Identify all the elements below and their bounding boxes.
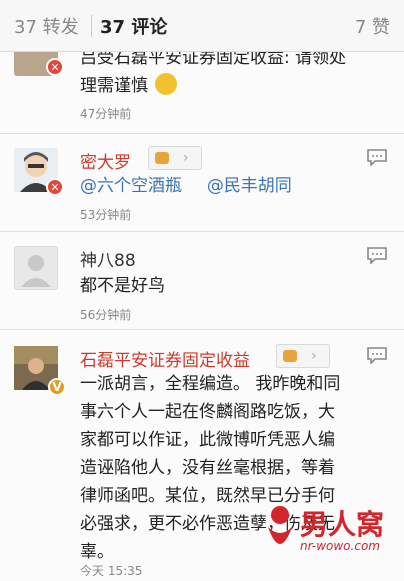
- tab-comments[interactable]: 37 评论: [100, 13, 167, 39]
- comment-text-part: 理需谨慎: [80, 76, 148, 96]
- comment-text: 都不是好鸟: [80, 276, 165, 296]
- comment-text-line: 理需谨慎: [80, 72, 178, 100]
- comment-text: 吕受石磊平安证券固定收益: 请领处: [80, 52, 347, 68]
- chevron-right-icon: ›: [311, 348, 317, 364]
- mention-link[interactable]: @民丰胡同: [207, 176, 292, 196]
- comment-text-line: 一派胡言，全程编造。 我昨晚和同: [80, 374, 341, 394]
- site-watermark: 男人窝 nr-wowo.com: [260, 503, 390, 563]
- crown-icon: [155, 152, 169, 164]
- mention-link[interactable]: @六个空酒瓶: [80, 176, 182, 196]
- reply-icon[interactable]: [366, 246, 388, 264]
- comment-text-line: 事六个人一起在佟麟阁路吃饭，大: [80, 402, 335, 422]
- tab-likes[interactable]: 7 赞: [355, 13, 390, 39]
- comment-item[interactable]: ✕ 吕受石磊平安证券固定收益: 请领处 理需谨慎 47分钟前: [0, 52, 404, 134]
- commenter-name[interactable]: 密大罗: [80, 148, 131, 173]
- commenter-name[interactable]: 神八88: [80, 246, 136, 271]
- crown-icon: [283, 350, 297, 362]
- default-avatar-icon: [21, 255, 51, 287]
- comment-text-line: 造诬陷他人，没有丝毫根据，等着: [80, 458, 335, 478]
- comment-item[interactable]: V 石磊平安证券固定收益 › 一派胡言，全程编造。 我昨晚和同 事六个人一起在佟…: [0, 330, 404, 581]
- chevron-right-icon: ›: [183, 150, 189, 166]
- watermark-logo-icon: [268, 506, 292, 544]
- reply-icon[interactable]: [366, 148, 388, 166]
- tab-divider: [91, 15, 92, 37]
- comment-time: 今天 15:35: [80, 564, 143, 578]
- vip-badge[interactable]: ›: [276, 344, 330, 368]
- member-badge-icon: ✕: [46, 58, 64, 76]
- reply-icon[interactable]: [366, 346, 388, 364]
- member-badge-icon: ✕: [46, 178, 64, 196]
- comment-text: @六个空酒瓶 @民丰胡同: [80, 172, 292, 200]
- comment-text-line: 家都可以作证，此微博听凭恶人编: [80, 430, 335, 450]
- comment-item[interactable]: 神八88 都不是好鸟 56分钟前: [0, 232, 404, 330]
- vip-badge[interactable]: ›: [148, 146, 202, 170]
- verified-icon: V: [48, 378, 66, 396]
- comment-item[interactable]: ✕ 密大罗 › @六个空酒瓶 @民丰胡同 53分钟前: [0, 134, 404, 232]
- watermark-url: nr-wowo.com: [300, 539, 380, 553]
- comment-time: 56分钟前: [80, 308, 132, 322]
- thinking-emoji-icon: [155, 73, 178, 95]
- tab-reposts[interactable]: 37 转发: [14, 13, 79, 39]
- commenter-name[interactable]: 石磊平安证券固定收益: [80, 346, 250, 371]
- avatar[interactable]: [14, 246, 58, 290]
- comment-time: 47分钟前: [80, 107, 132, 121]
- watermark-brand: 男人窝: [300, 508, 385, 541]
- comment-time: 53分钟前: [80, 208, 132, 222]
- comment-tabs: 37 转发 37 评论 7 赞: [0, 0, 404, 52]
